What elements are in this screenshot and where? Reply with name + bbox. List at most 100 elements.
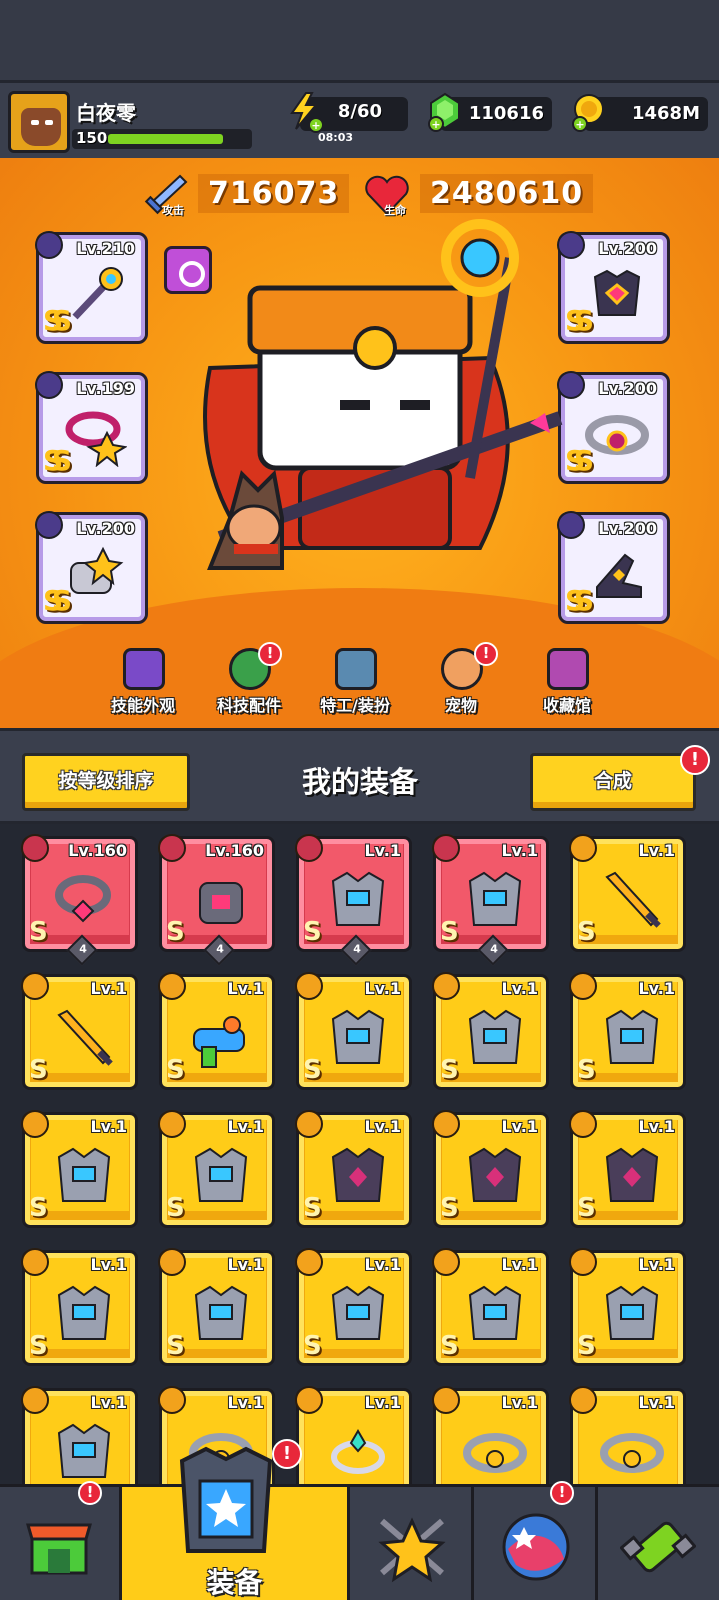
glove-icon <box>199 882 243 924</box>
game-screen: 白夜零 150 + 8/60 08:03 + 110616 + 1468M 71… <box>0 0 719 1600</box>
nav-tab-world[interactable]: ! <box>474 1481 598 1600</box>
slot-type-icon <box>21 834 49 862</box>
shop-icon <box>26 1523 92 1575</box>
equipment-card[interactable]: Lv.1 S <box>295 1248 412 1366</box>
slot-type-icon <box>569 972 597 1000</box>
glove-icon <box>70 546 124 594</box>
equipment-card[interactable]: Lv.1 S <box>432 972 549 1090</box>
merge-button[interactable]: 合成 <box>530 753 696 811</box>
belt-icon <box>463 1433 527 1473</box>
slot-level: Lv.200 <box>76 519 135 538</box>
equipment-card[interactable]: Lv.1 S <box>569 1110 686 1228</box>
gold-coin-icon: + <box>572 94 604 132</box>
lightning-icon: + <box>290 92 324 133</box>
equipment-card[interactable]: Lv.160 S 4 <box>158 834 275 966</box>
feature-skill-skin[interactable]: 技能外观 <box>88 648 198 718</box>
card-level: Lv.1 <box>90 1393 127 1412</box>
star-count-badge: 4 <box>203 934 235 966</box>
equipment-card[interactable]: Lv.1 <box>295 1386 412 1484</box>
equip-slot-weapon[interactable]: Lv.210 SS <box>35 231 148 344</box>
feature-agent-costume[interactable]: 特工/装扮 <box>300 648 410 718</box>
attack-stat: 716073 攻击 <box>140 172 350 217</box>
slot-rank: SS <box>43 584 72 617</box>
avatar-eye <box>31 120 39 125</box>
equipment-card[interactable]: Lv.160 S 4 <box>21 834 138 966</box>
card-rank: S <box>166 1331 185 1361</box>
feature-pet[interactable]: ! 宠物 <box>406 642 516 718</box>
water-gun-icon <box>193 1016 245 1068</box>
svg-text:+: + <box>575 118 584 131</box>
card-level: Lv.1 <box>501 1255 538 1274</box>
armor-icon <box>468 871 522 926</box>
slot-level: Lv.200 <box>598 379 657 398</box>
card-level: Lv.1 <box>501 979 538 998</box>
equipment-card[interactable]: Lv.1 S <box>295 1110 412 1228</box>
feature-label: 收藏馆 <box>542 696 591 715</box>
equipment-card[interactable]: Lv.1 <box>432 1386 549 1484</box>
card-rank: S <box>577 1331 596 1361</box>
nav-label-equipment: 装备 <box>206 1566 263 1599</box>
equipment-card[interactable]: Lv.1 S <box>432 1110 549 1228</box>
equipment-card[interactable]: Lv.1 S <box>21 1248 138 1366</box>
slot-type-icon <box>21 972 49 1000</box>
slot-type-icon <box>295 1248 323 1276</box>
equip-slot-glove[interactable]: Lv.200 SS <box>35 511 148 624</box>
weapon-slot-icon <box>35 231 63 259</box>
armor-icon <box>57 1285 111 1340</box>
card-rank: S <box>29 917 48 947</box>
equipment-card[interactable]: Lv.1 S <box>21 972 138 1090</box>
equipment-card[interactable]: Lv.1 <box>569 1386 686 1484</box>
player-avatar[interactable] <box>8 91 70 153</box>
nav-tab-equipment[interactable]: ! 装备 <box>122 1439 350 1600</box>
feature-label: 特工/装扮 <box>320 696 390 715</box>
equip-slot-necklace[interactable]: Lv.199 SS <box>35 371 148 484</box>
card-rank: S <box>166 1055 185 1085</box>
nav-tab-shop[interactable]: ! <box>0 1481 122 1600</box>
star-count: 4 <box>353 942 361 956</box>
gem-value: 110616 <box>468 103 544 124</box>
evolution-icon <box>620 1521 696 1573</box>
sort-by-level-button[interactable]: 按等级排序 <box>22 753 190 811</box>
equipment-card[interactable]: Lv.1 S 4 <box>432 834 549 966</box>
equipment-card[interactable]: Lv.1 <box>21 1386 138 1484</box>
equipment-card[interactable]: Lv.1 S <box>432 1248 549 1366</box>
feature-tech-parts[interactable]: ! 科技配件 <box>194 642 304 718</box>
card-rank: S <box>440 1055 459 1085</box>
slot-rank: SS <box>43 304 72 337</box>
equipment-card[interactable]: Lv.1 S 4 <box>295 834 412 966</box>
card-level: Lv.1 <box>227 1393 264 1412</box>
world-alert-badge: ! <box>550 1481 574 1505</box>
equipment-card[interactable]: Lv.1 S <box>569 972 686 1090</box>
equipment-card[interactable]: Lv.1 S <box>569 834 686 952</box>
necklace-icon <box>55 875 111 923</box>
coin-counter[interactable]: + 1468M <box>572 94 708 132</box>
equipment-card[interactable]: Lv.1 S <box>158 1110 275 1228</box>
necklace-icon <box>65 411 127 467</box>
merge-alert-badge: ! <box>680 745 710 775</box>
hero-display: 716073 攻击 2480610 生命 Lv.210 SS Lv.199 SS… <box>0 158 719 728</box>
card-rank: S <box>303 1055 322 1085</box>
nav-tab-talent[interactable] <box>350 1487 474 1600</box>
player-name: 白夜零 <box>76 101 136 125</box>
equipment-card[interactable]: Lv.1 S <box>158 972 275 1090</box>
collection-icon <box>547 648 589 690</box>
card-level: Lv.1 <box>90 1255 127 1274</box>
energy-counter[interactable]: + 8/60 <box>290 92 408 133</box>
gem-counter[interactable]: + 110616 <box>428 92 552 132</box>
card-level: Lv.1 <box>90 1117 127 1136</box>
card-rank: S <box>29 1331 48 1361</box>
hp-label: 生命 <box>384 204 406 217</box>
star-count-badge: 4 <box>66 934 98 966</box>
equipment-card[interactable]: Lv.1 S <box>158 1248 275 1366</box>
feature-collection[interactable]: 收藏馆 <box>512 648 622 718</box>
star-count: 4 <box>79 942 87 956</box>
slot-type-icon <box>569 1386 597 1414</box>
equipment-card[interactable]: Lv.1 S <box>21 1110 138 1228</box>
shop-alert-badge: ! <box>78 1481 102 1505</box>
card-level: Lv.1 <box>364 1255 401 1274</box>
card-level: Lv.1 <box>638 1255 675 1274</box>
card-level: Lv.1 <box>227 979 264 998</box>
equipment-card[interactable]: Lv.1 S <box>295 972 412 1090</box>
equipment-card[interactable]: Lv.1 S <box>569 1248 686 1366</box>
nav-tab-evolution[interactable] <box>598 1487 719 1600</box>
